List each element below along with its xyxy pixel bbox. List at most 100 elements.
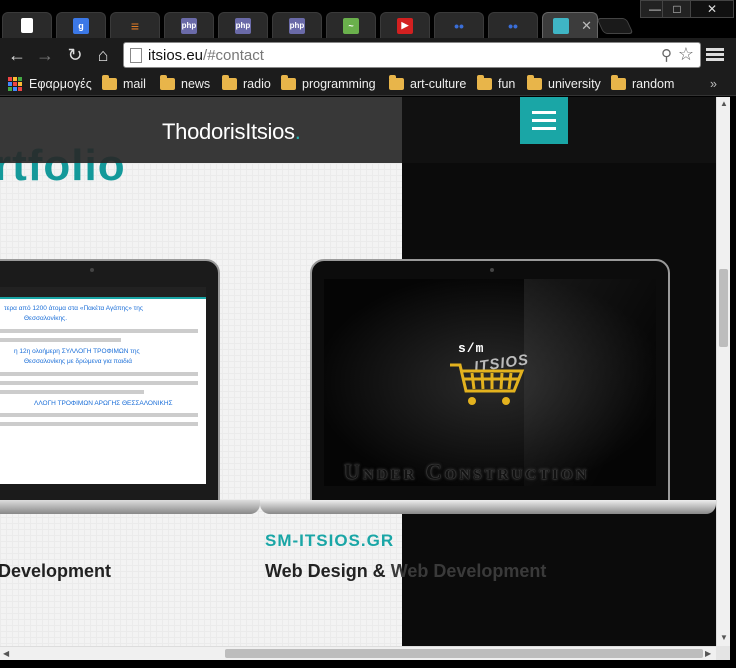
window-frame <box>730 97 736 668</box>
bookmark-star-icon[interactable]: ☆ <box>678 44 694 65</box>
eyes-icon: •• <box>454 17 464 34</box>
menu-icon[interactable] <box>706 46 724 64</box>
horizontal-scroll-thumb[interactable] <box>225 649 703 658</box>
new-tab-button[interactable] <box>596 18 634 34</box>
horizontal-scrollbar[interactable]: ◀ ▶ <box>0 646 716 660</box>
regex-icon: ~ <box>343 17 359 34</box>
screen-text-line <box>0 389 145 394</box>
bookmark-label: random <box>632 77 675 91</box>
scroll-left-icon[interactable]: ◀ <box>3 649 9 658</box>
page-icon <box>130 48 142 63</box>
bookmark-mail[interactable]: mail <box>102 75 146 93</box>
tab-5[interactable]: php <box>218 12 268 38</box>
php-icon: php <box>235 17 251 34</box>
bookmarks-bar: Εφαρμογές mail news radio programming ar… <box>0 72 736 96</box>
screen-text-line <box>0 328 198 333</box>
forward-icon[interactable]: → <box>34 44 56 66</box>
bookmark-apps[interactable]: Εφαρμογές <box>8 75 92 93</box>
site-logo[interactable]: ThodorisItsios. <box>162 119 301 145</box>
screen-headline: Θεσσαλονίκης με δρώμενα για παιδιά <box>24 358 132 366</box>
bookmark-label: Εφαρμογές <box>29 77 92 91</box>
webcam <box>490 268 494 272</box>
tab-3[interactable]: ≡ <box>110 12 160 38</box>
screen-text-line <box>0 380 198 385</box>
tab-2[interactable]: g <box>56 12 106 38</box>
home-icon[interactable]: ⌂ <box>92 44 114 66</box>
screen-headline: τερα από 1200 άτομα στα «Πακέτα Αγάπης» … <box>4 305 143 312</box>
bookmark-art-culture[interactable]: art-culture <box>389 75 466 93</box>
url-text: itsios.eu/#contact <box>148 47 264 64</box>
tab-9[interactable]: •• <box>434 12 484 38</box>
laptop-base-2 <box>260 500 716 514</box>
screen-text-line <box>0 422 198 427</box>
screen-text-line <box>0 413 198 418</box>
screen-sm-text: s/m <box>458 341 485 356</box>
screen-navbar <box>0 287 206 297</box>
scroll-down-icon[interactable]: ▼ <box>720 633 728 642</box>
screen-headline: Θεσσαλονίκης. <box>24 315 67 323</box>
tab-7[interactable]: ~ <box>326 12 376 38</box>
project-laptop-1[interactable]: τερα από 1200 άτομα στα «Πακέτα Αγάπης» … <box>0 259 220 504</box>
bookmark-fun[interactable]: fun <box>477 75 515 93</box>
folder-icon <box>389 75 404 90</box>
hamburger-menu-icon[interactable] <box>520 97 568 144</box>
stackoverflow-icon: ≡ <box>130 17 140 34</box>
bookmarks-overflow-button[interactable]: » <box>710 75 717 93</box>
close-tab-icon[interactable]: ✕ <box>581 18 592 34</box>
tab-10[interactable]: •• <box>488 12 538 38</box>
tab-active[interactable]: ✕ <box>542 12 598 38</box>
project-laptop-2[interactable]: s/m ITSIOS Under Construction <box>310 259 670 504</box>
screen-gloss <box>524 279 656 486</box>
logo-text: ThodorisItsios <box>162 119 295 144</box>
bookmark-programming[interactable]: programming <box>281 75 376 93</box>
folder-icon <box>222 75 237 90</box>
screen-text-line <box>0 337 122 342</box>
project-1-caption: Development <box>0 561 112 581</box>
screen-text-line <box>0 371 198 376</box>
scroll-up-icon[interactable]: ▲ <box>720 99 728 108</box>
tab-1[interactable] <box>2 12 52 38</box>
bookmark-radio[interactable]: radio <box>222 75 271 93</box>
caption-part: Web Design & <box>265 561 391 581</box>
project-2-caption: Web Design & Web Development <box>265 561 546 582</box>
toolbar: ← → ↻ ⌂ itsios.eu/#contact ⚲ ☆ <box>0 38 736 72</box>
apps-grid-icon <box>8 77 22 91</box>
folder-icon <box>611 75 626 90</box>
bookmark-university[interactable]: university <box>527 75 601 93</box>
tab-8[interactable]: ▶ <box>380 12 430 38</box>
bookmark-label: fun <box>498 77 516 91</box>
bookmark-label: news <box>181 77 211 91</box>
folder-icon <box>102 75 117 90</box>
tab-6[interactable]: php <box>272 12 322 38</box>
google-icon: g <box>73 17 89 34</box>
screen-headline: η 12η ολοήμερη ΣΥΛΛΟΓΗ ΤΡΟΦΙΜΩΝ της <box>14 347 140 355</box>
site-icon <box>553 17 569 34</box>
bookmark-label: art-culture <box>410 77 467 91</box>
folder-icon <box>281 75 296 90</box>
vertical-scroll-thumb[interactable] <box>719 269 728 347</box>
address-bar[interactable]: itsios.eu/#contact ⚲ ☆ <box>123 42 701 68</box>
back-icon[interactable]: ← <box>6 44 28 66</box>
bookmark-label: radio <box>243 77 271 91</box>
caption-part: Web Development <box>390 561 547 581</box>
close-window-button[interactable]: ✕ <box>690 0 734 18</box>
maximize-button[interactable]: □ <box>662 0 692 18</box>
page-icon <box>21 18 33 33</box>
tab-4[interactable]: php <box>164 12 214 38</box>
shopping-cart-icon <box>450 363 525 405</box>
scroll-right-icon[interactable]: ▶ <box>705 649 711 658</box>
youtube-icon: ▶ <box>397 17 413 34</box>
php-icon: php <box>289 17 305 34</box>
zoom-icon[interactable]: ⚲ <box>661 46 672 64</box>
laptop-base-1 <box>0 500 260 514</box>
reload-icon[interactable]: ↻ <box>64 44 86 66</box>
bookmark-news[interactable]: news <box>160 75 210 93</box>
eyes-icon: •• <box>508 17 518 34</box>
folder-icon <box>527 75 542 90</box>
project-2-title[interactable]: SM-ITSIOS.GR <box>265 531 394 551</box>
bookmark-label: university <box>548 77 601 91</box>
folder-icon <box>160 75 175 90</box>
vertical-scrollbar[interactable]: ▲ ▼ <box>716 97 730 646</box>
scrollbar-corner <box>716 646 730 660</box>
bookmark-random[interactable]: random <box>611 75 674 93</box>
